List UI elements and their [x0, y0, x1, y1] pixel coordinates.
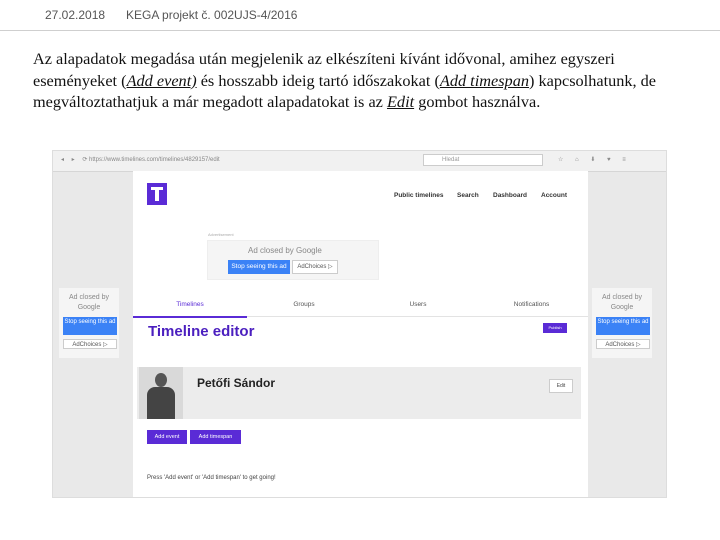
- address-bar[interactable]: https://www.timelines.com/timelines/4829…: [89, 157, 220, 163]
- timeline-name: Petőfi Sándor: [197, 376, 276, 390]
- text-edit: Edit: [386, 92, 415, 111]
- toolbar-icons[interactable]: ☆ ⌂ ⬇ ♥ ≡: [558, 156, 631, 163]
- search-input[interactable]: Hledat: [423, 154, 543, 166]
- nav-account[interactable]: Account: [541, 192, 567, 199]
- right-ad: Ad closed by Google Stop seeing this ad …: [592, 288, 652, 358]
- slide-header: 27.02.2018 KEGA projekt č. 002UJS-4/2016: [0, 0, 720, 30]
- tab-bar: Timelines Groups Users Notifications: [133, 300, 588, 318]
- timeline-header: Petőfi Sándor Edit: [137, 367, 581, 419]
- text-add-event: Add event): [126, 70, 197, 90]
- adchoices-button[interactable]: AdChoices ▷: [63, 339, 117, 349]
- ad-closed-text: Ad closed by Google: [248, 246, 322, 255]
- tab-users[interactable]: Users: [361, 300, 475, 316]
- nav-icons[interactable]: ◂ ▸ ⟳: [61, 156, 90, 163]
- nav-public-timelines[interactable]: Public timelines: [394, 192, 444, 199]
- edit-button[interactable]: Edit: [549, 379, 573, 393]
- adchoices-button[interactable]: AdChoices ▷: [596, 339, 650, 349]
- ad-closed-text: Ad closed by Google: [601, 294, 643, 311]
- stop-seeing-ad-button[interactable]: Stop seeing this ad: [596, 317, 650, 335]
- empty-hint: Press 'Add event' or 'Add timespan' to g…: [147, 475, 276, 481]
- browser-screenshot: ◂ ▸ ⟳ https://www.timelines.com/timeline…: [52, 150, 667, 498]
- site-logo-icon[interactable]: [147, 183, 167, 205]
- text-add-timespan: Add timespan: [439, 70, 529, 90]
- tab-notifications[interactable]: Notifications: [475, 300, 588, 316]
- tab-groups[interactable]: Groups: [247, 300, 361, 316]
- header-divider: [0, 30, 720, 31]
- browser-toolbar: ◂ ▸ ⟳ https://www.timelines.com/timeline…: [53, 151, 666, 172]
- ad-closed-text: Ad closed by Google: [68, 294, 110, 311]
- slide-date: 27.02.2018: [45, 8, 106, 22]
- add-timespan-button[interactable]: Add timespan: [190, 430, 241, 444]
- timeline-site: Public timelines Search Dashboard Accoun…: [133, 171, 588, 497]
- slide-project: KEGA projekt č. 002UJS-4/2016: [126, 8, 298, 22]
- nav-search[interactable]: Search: [457, 192, 479, 199]
- left-ad: Ad closed by Google Stop seeing this ad …: [59, 288, 119, 358]
- adchoices-button[interactable]: AdChoices ▷: [292, 260, 338, 274]
- stop-seeing-ad-button[interactable]: Stop seeing this ad: [228, 260, 290, 274]
- stop-seeing-ad-button[interactable]: Stop seeing this ad: [63, 317, 117, 335]
- ad-label: Advertisement: [208, 232, 234, 237]
- portrait-image: [139, 367, 183, 419]
- text-part: gombot használva.: [414, 92, 541, 111]
- publish-button[interactable]: Publish: [543, 323, 567, 333]
- top-ad: Ad closed by Google Stop seeing this ad …: [207, 240, 379, 280]
- text-part: és hosszabb ideig tartó időszakokat (: [196, 70, 440, 90]
- nav-dashboard[interactable]: Dashboard: [493, 192, 527, 199]
- slide-body-text: Az alapadatok megadása után megjelenik a…: [33, 48, 683, 113]
- add-event-button[interactable]: Add event: [147, 430, 187, 444]
- tab-timelines[interactable]: Timelines: [133, 300, 247, 318]
- page-title: Timeline editor: [148, 323, 255, 340]
